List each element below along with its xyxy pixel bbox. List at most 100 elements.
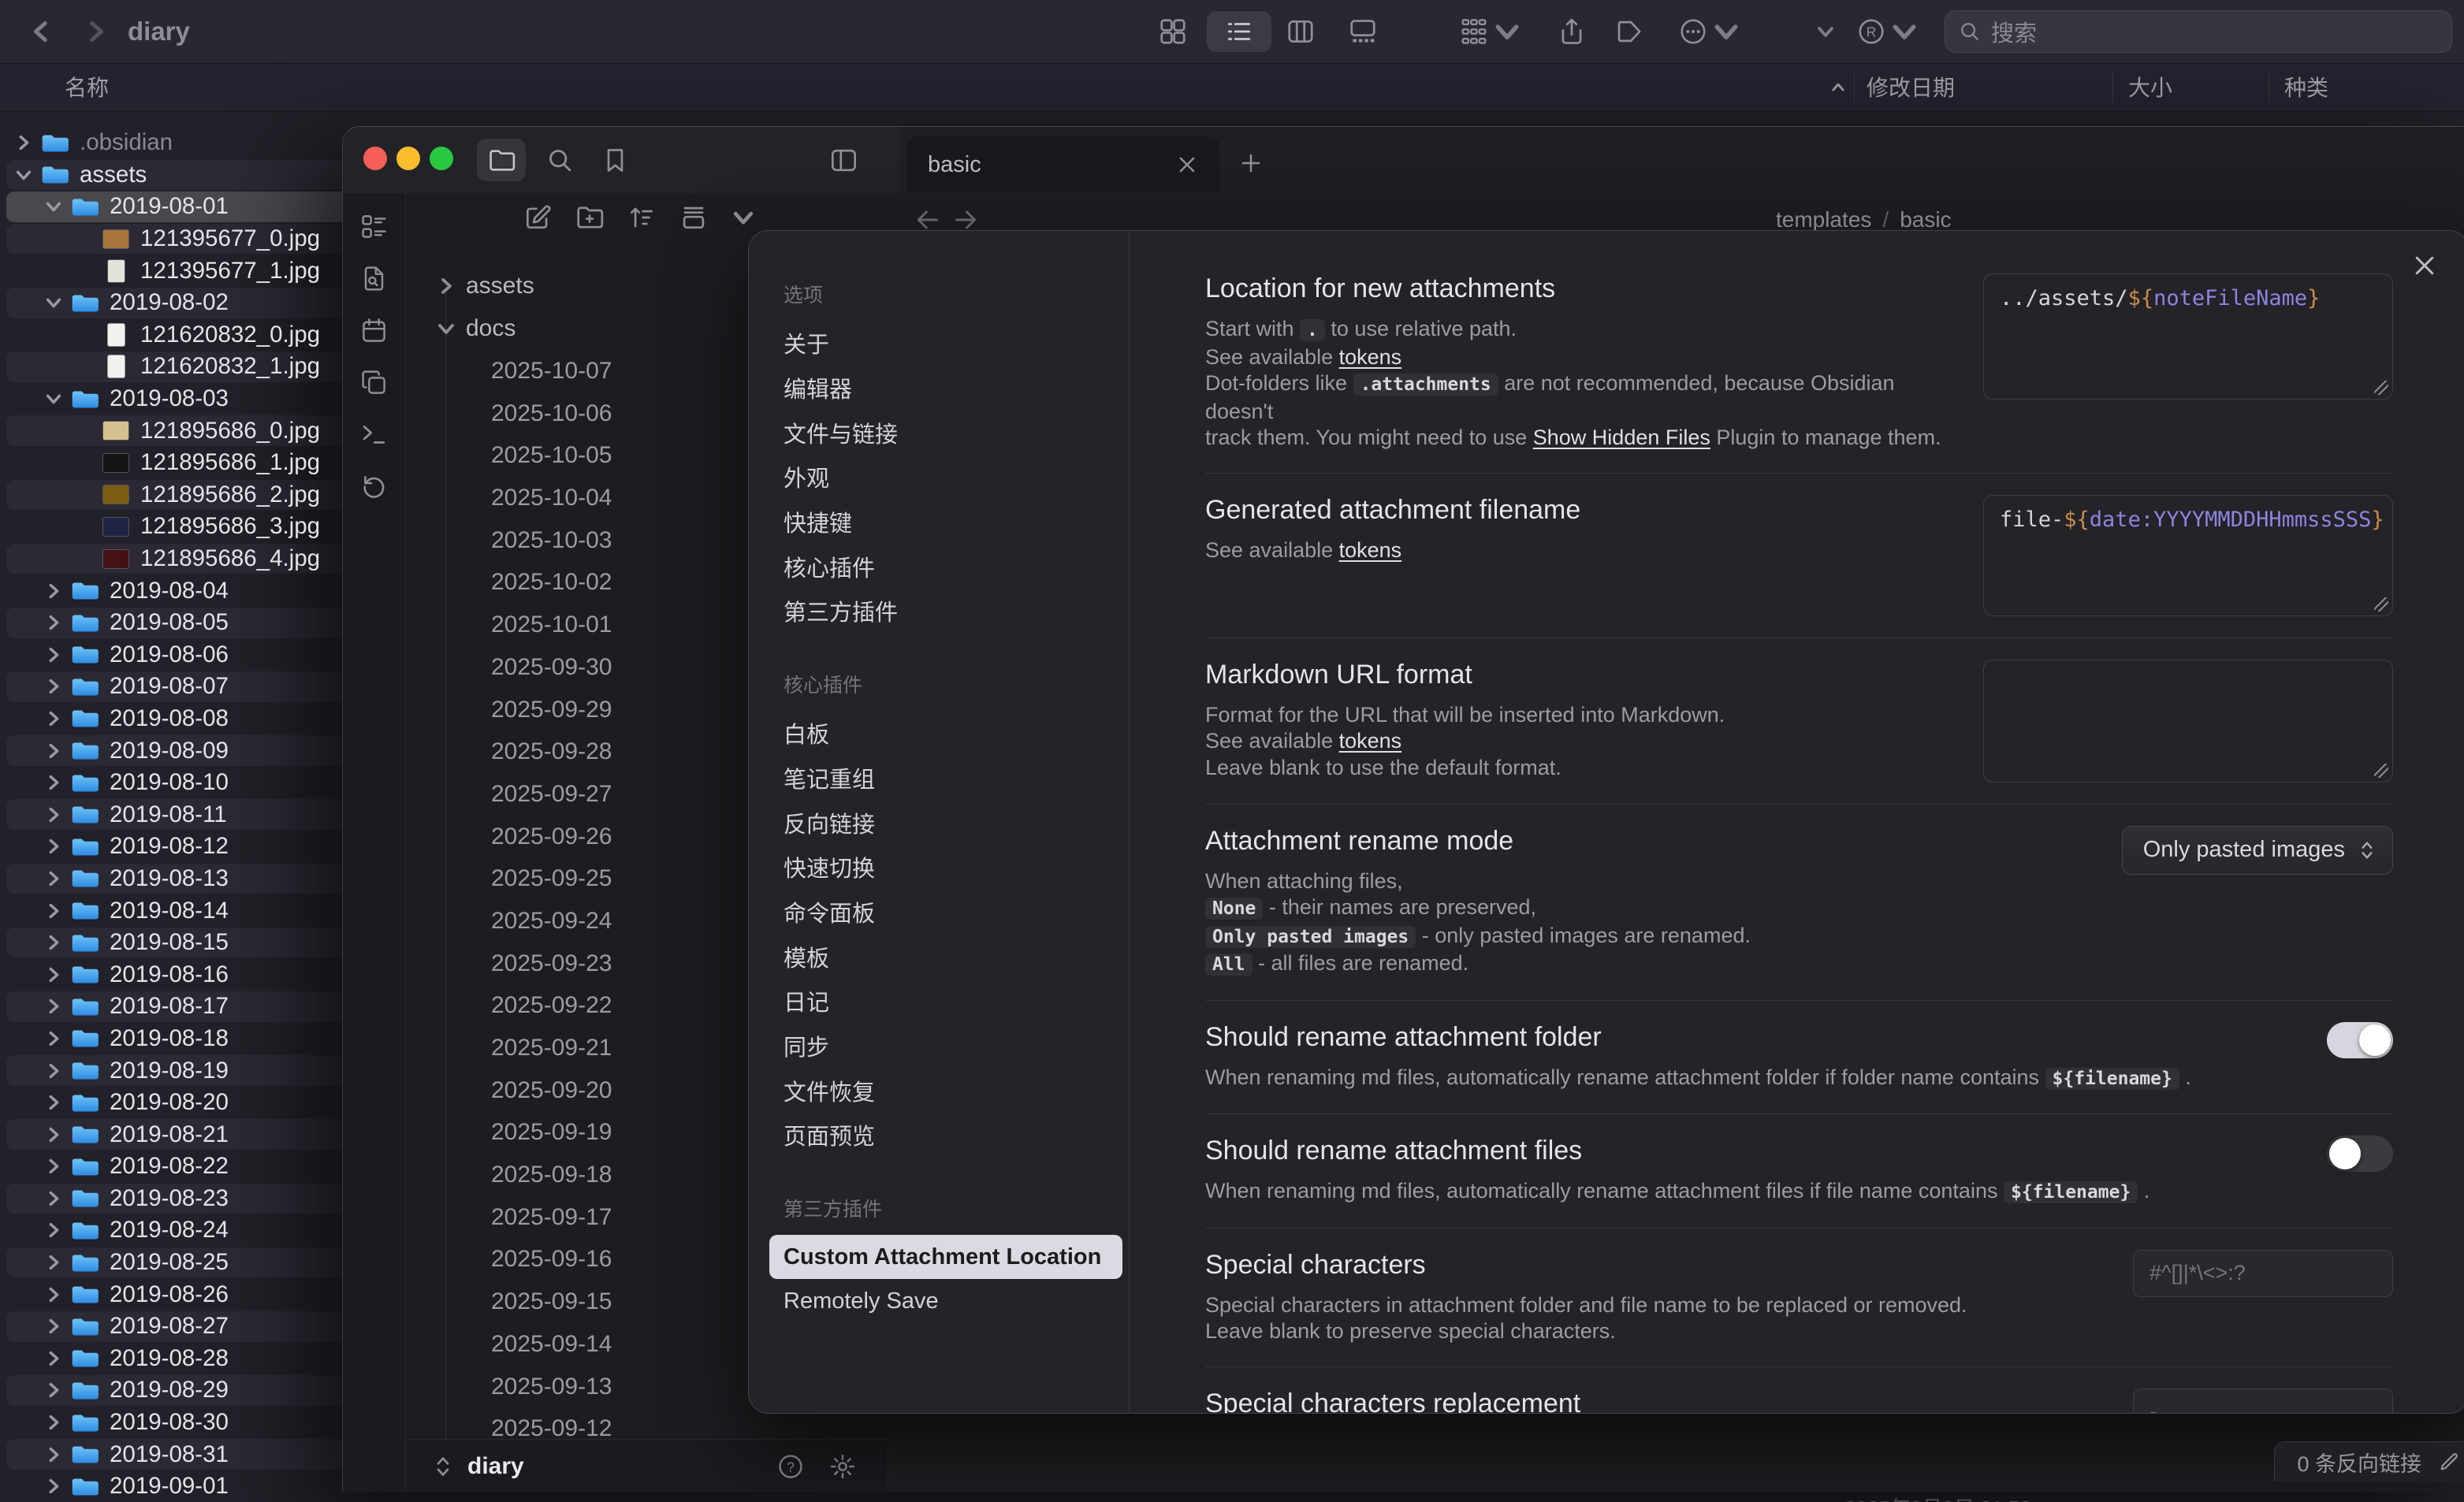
disclosure-chevron-icon[interactable] xyxy=(44,1349,63,1368)
finder-file-row[interactable]: 121895686_4.jpg xyxy=(0,543,353,575)
finder-folder-row[interactable]: 2019-08-05 xyxy=(0,607,353,639)
finder-folder-row[interactable]: 2019-08-09 xyxy=(0,734,353,767)
finder-folder-row[interactable]: 2019-08-04 xyxy=(0,574,353,607)
finder-folder-row[interactable]: 2019-08-01 xyxy=(0,191,353,223)
attachment-rename-mode-dropdown[interactable]: Only pasted images xyxy=(2122,826,2393,875)
finder-folder-row[interactable]: 2019-08-21 xyxy=(0,1118,353,1151)
toolbar-chevron[interactable] xyxy=(1807,11,1841,52)
settings-nav-item-页面预览[interactable]: 页面预览 xyxy=(769,1113,1122,1158)
tag-button[interactable] xyxy=(1608,11,1652,52)
finder-folder-row[interactable]: 2019-08-22 xyxy=(0,1151,353,1183)
settings-link[interactable]: tokens xyxy=(1339,345,1402,369)
disclosure-chevron-icon[interactable] xyxy=(44,773,63,792)
disclosure-chevron-icon[interactable] xyxy=(44,1445,63,1464)
setting-textarea[interactable] xyxy=(1983,660,2393,783)
settings-nav-item-文件恢复[interactable]: 文件恢复 xyxy=(769,1068,1122,1113)
disclosure-chevron-icon[interactable] xyxy=(44,1157,63,1176)
disclosure-chevron-icon[interactable] xyxy=(44,997,63,1016)
settings-link[interactable]: tokens xyxy=(1339,538,1402,562)
finder-folder-row[interactable]: 2019-08-07 xyxy=(0,671,353,703)
close-traffic-light[interactable] xyxy=(363,147,387,170)
group-button[interactable] xyxy=(1457,11,1524,52)
disclosure-chevron-icon[interactable] xyxy=(44,837,63,856)
finder-folder-row[interactable]: 2019-08-29 xyxy=(0,1374,353,1407)
settings-link[interactable]: tokens xyxy=(1339,729,1402,753)
settings-nav-item-关于[interactable]: 关于 xyxy=(769,321,1122,366)
disclosure-chevron-icon[interactable] xyxy=(44,1477,63,1496)
tab-close-icon[interactable] xyxy=(1175,153,1199,177)
forward-button[interactable] xyxy=(79,14,114,49)
finder-folder-row[interactable]: 2019-08-08 xyxy=(0,703,353,735)
finder-folder-row[interactable]: 2019-08-11 xyxy=(0,798,353,831)
disclosure-chevron-icon[interactable] xyxy=(44,1093,63,1112)
setting-textarea[interactable]: ../assets/${noteFileName} xyxy=(1983,273,2393,400)
settings-nav-item-日记[interactable]: 日记 xyxy=(769,979,1122,1024)
finder-file-row[interactable]: 121620832_1.jpg xyxy=(0,351,353,383)
settings-nav-item-命令面板[interactable]: 命令面板 xyxy=(769,890,1122,935)
settings-nav-item-核心插件[interactable]: 核心插件 xyxy=(769,544,1122,589)
chevron-down-icon[interactable] xyxy=(731,205,756,230)
disclosure-chevron-icon[interactable] xyxy=(44,1381,63,1400)
search-field[interactable]: 搜索 xyxy=(1945,10,2452,53)
disclosure-chevron-icon[interactable] xyxy=(44,933,63,952)
disclosure-chevron-icon[interactable] xyxy=(44,709,63,728)
file-recovery-history-icon[interactable] xyxy=(359,472,389,501)
list-view-button[interactable] xyxy=(1207,11,1271,52)
finder-folder-row[interactable]: 2019-08-10 xyxy=(0,767,353,799)
setting-toggle-on[interactable] xyxy=(2327,1022,2393,1058)
disclosure-chevron-icon[interactable] xyxy=(44,582,63,600)
sort-order-icon[interactable] xyxy=(627,203,657,232)
finder-folder-row[interactable]: 2019-08-17 xyxy=(0,991,353,1023)
vault-folder-button[interactable] xyxy=(477,139,526,181)
settings-nav-item-白板[interactable]: 白板 xyxy=(769,711,1122,756)
finder-folder-row[interactable]: 2019-08-27 xyxy=(0,1311,353,1343)
disclosure-chevron-icon[interactable] xyxy=(44,197,63,216)
settings-link[interactable]: Show Hidden Files xyxy=(1533,426,1710,449)
finder-folder-row[interactable]: 2019-08-16 xyxy=(0,958,353,991)
finder-file-row[interactable]: 121895686_2.jpg xyxy=(0,479,353,511)
setting-text-input[interactable]: - xyxy=(2133,1389,2393,1414)
new-folder-icon[interactable] xyxy=(575,203,605,232)
disclosure-chevron-icon[interactable] xyxy=(436,318,456,339)
extension-button[interactable] xyxy=(1854,11,1922,52)
disclosure-chevron-icon[interactable] xyxy=(44,1221,63,1240)
settings-nav-item-快速切换[interactable]: 快速切换 xyxy=(769,845,1122,890)
column-name[interactable]: 名称 xyxy=(65,64,109,110)
disclosure-chevron-icon[interactable] xyxy=(44,613,63,632)
new-tab-button[interactable] xyxy=(1234,146,1268,180)
document-search-icon[interactable] xyxy=(359,264,389,293)
gallery-view-button[interactable] xyxy=(1337,11,1389,52)
disclosure-chevron-icon[interactable] xyxy=(44,389,63,408)
finder-folder-row[interactable]: 2019-08-30 xyxy=(0,1407,353,1439)
settings-nav-item-同步[interactable]: 同步 xyxy=(769,1024,1122,1069)
finder-folder-row[interactable]: 2019-08-31 xyxy=(0,1438,353,1470)
finder-file-row[interactable]: 121620832_0.jpg xyxy=(0,319,353,351)
finder-folder-row[interactable]: 2019-08-03 xyxy=(0,383,353,415)
finder-folder-row[interactable]: 2019-08-28 xyxy=(0,1343,353,1375)
setting-toggle-off[interactable] xyxy=(2327,1136,2393,1172)
disclosure-chevron-icon[interactable] xyxy=(44,1285,63,1304)
finder-file-row[interactable]: 121895686_1.jpg xyxy=(0,447,353,479)
modal-close-icon[interactable] xyxy=(2410,251,2439,280)
finder-folder-row[interactable]: 2019-09-01 xyxy=(0,1470,353,1502)
sidebar-toggle-button[interactable] xyxy=(819,139,868,181)
finder-folder-row[interactable]: 2019-08-15 xyxy=(0,927,353,959)
disclosure-chevron-icon[interactable] xyxy=(44,742,63,760)
disclosure-chevron-icon[interactable] xyxy=(44,677,63,696)
finder-file-row[interactable]: 121895686_0.jpg xyxy=(0,415,353,447)
vault-name[interactable]: diary xyxy=(467,1440,524,1492)
obsidian-search-button[interactable] xyxy=(535,139,584,181)
breadcrumb-part[interactable]: basic xyxy=(1900,207,1951,232)
finder-folder-row[interactable]: .obsidian xyxy=(0,127,353,159)
finder-folder-row[interactable]: 2019-08-23 xyxy=(0,1183,353,1215)
disclosure-chevron-icon[interactable] xyxy=(44,1317,63,1336)
finder-folder-row[interactable]: 2019-08-25 xyxy=(0,1247,353,1279)
column-view-button[interactable] xyxy=(1279,11,1323,52)
finder-folder-row[interactable]: 2019-08-24 xyxy=(0,1214,353,1247)
setting-textarea[interactable]: file-${date:YYYYMMDDHHmmssSSS} xyxy=(1983,495,2393,616)
finder-file-row[interactable]: 121395677_1.jpg xyxy=(0,255,353,287)
finder-folder-row[interactable]: 2019-08-20 xyxy=(0,1087,353,1119)
backlinks-status-badge[interactable]: 0 条反向链接 xyxy=(2274,1441,2464,1482)
disclosure-chevron-icon[interactable] xyxy=(14,133,33,152)
share-button[interactable] xyxy=(1550,11,1594,52)
